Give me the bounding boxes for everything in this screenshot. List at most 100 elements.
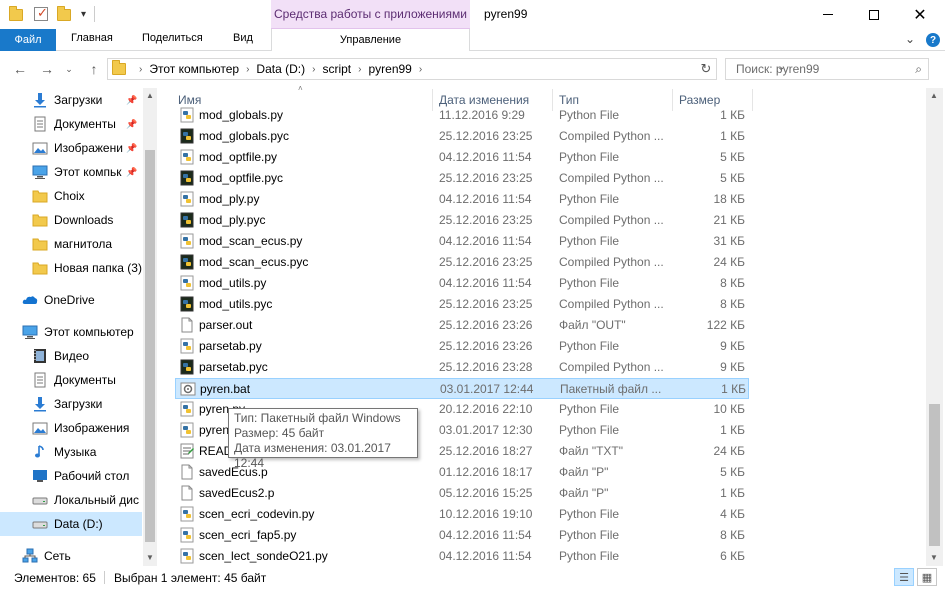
large-icons-view-button[interactable]: ▦	[917, 568, 937, 586]
breadcrumb-separator-icon[interactable]: ›	[246, 64, 249, 75]
breadcrumb-this-pc[interactable]: Этот компьютер	[149, 62, 239, 76]
sidebar-item[interactable]: Новая папка (3)	[0, 256, 142, 280]
pin-icon[interactable]: 📌	[126, 143, 137, 154]
tab-file[interactable]: Файл	[0, 29, 56, 51]
file-row[interactable]: mod_optfile.pyc 25.12.2016 23:25 Compiled …	[175, 168, 749, 189]
sidebar-item[interactable]: Downloads	[0, 208, 142, 232]
sidebar-item[interactable]: Изображения	[0, 416, 142, 440]
file-row[interactable]: pyren.bat 03.01.2017 12:44 Пакетный файл .…	[175, 378, 749, 399]
pictures-icon	[32, 140, 48, 156]
tab-share[interactable]: Поделиться	[142, 32, 203, 44]
help-icon[interactable]: ?	[926, 33, 940, 47]
scroll-up-icon[interactable]: ▲	[146, 91, 154, 100]
breadcrumb-data-drive[interactable]: Data (D:)	[256, 62, 305, 76]
file-row[interactable]: parser.out 25.12.2016 23:26 Файл "OUT" 122 …	[175, 315, 749, 336]
tab-manage[interactable]: Управление	[271, 29, 470, 51]
sidebar-item-label: Этот компьютер	[44, 325, 134, 339]
file-row[interactable]: parsetab.pyc 25.12.2016 23:28 Compiled Pyt…	[175, 357, 749, 378]
file-list-scrollbar[interactable]: ▲ ▼	[926, 88, 943, 566]
up-button[interactable]: ↑	[84, 59, 104, 79]
close-button[interactable]: ✕	[897, 0, 943, 29]
breadcrumb-separator-icon[interactable]: ›	[358, 64, 361, 75]
scroll-down-icon[interactable]: ▼	[930, 553, 938, 562]
breadcrumb-separator-icon[interactable]: ›	[419, 64, 422, 75]
maximize-button[interactable]	[851, 0, 897, 29]
back-button[interactable]: ←	[10, 59, 30, 79]
nav-scrollbar-thumb[interactable]	[145, 150, 155, 542]
sidebar-item[interactable]: Загрузки 📌	[0, 88, 142, 112]
file-row[interactable]: mod_globals.pyc 25.12.2016 23:25 Compiled …	[175, 126, 749, 147]
file-row[interactable]: mod_ply.pyc 25.12.2016 23:25 Compiled Pyth…	[175, 210, 749, 231]
file-list-scrollbar-thumb[interactable]	[929, 404, 940, 546]
scroll-down-icon[interactable]: ▼	[146, 553, 154, 562]
recent-locations-button[interactable]: ⌄	[62, 59, 76, 79]
compiled-python-icon	[179, 296, 195, 312]
file-row[interactable]: mod_ply.py 04.12.2016 11:54 Python File 18 …	[175, 189, 749, 210]
tooltip-type: Тип: Пакетный файл Windows	[234, 411, 401, 425]
pin-icon[interactable]: 📌	[126, 95, 137, 106]
file-type: Python File	[559, 339, 620, 353]
scroll-up-icon[interactable]: ▲	[930, 91, 938, 100]
breadcrumb-separator-icon[interactable]: ›	[312, 64, 315, 75]
sidebar-item-label: Choix	[54, 189, 85, 203]
search-input[interactable]: Поиск: pyren99 ⌕	[725, 58, 929, 80]
tab-view[interactable]: Вид	[233, 32, 253, 44]
sidebar-item[interactable]: Этот компьк 📌	[0, 160, 142, 184]
sidebar-item[interactable]: Изображени 📌	[0, 136, 142, 160]
pin-icon[interactable]: 📌	[126, 167, 137, 178]
file-type: Python File	[559, 423, 620, 437]
breadcrumb-script[interactable]: script	[322, 62, 351, 76]
file-type: Файл "P"	[559, 465, 609, 479]
properties-icon[interactable]	[33, 5, 49, 22]
folder-icon[interactable]	[9, 6, 25, 22]
sidebar-item[interactable]: Этот компьютер	[0, 320, 142, 344]
file-row[interactable]: mod_globals.py 11.12.2016 9:29 Python File…	[175, 105, 749, 126]
sidebar-item[interactable]: Документы 📌	[0, 112, 142, 136]
file-row[interactable]: savedEcus2.p 05.12.2016 15:25 Файл "P" 1 КБ	[175, 483, 749, 504]
file-row[interactable]: parsetab.py 25.12.2016 23:26 Python File 9 …	[175, 336, 749, 357]
pin-icon[interactable]: 📌	[126, 119, 137, 130]
sidebar-item[interactable]: Музыка	[0, 440, 142, 464]
sidebar-item[interactable]: OneDrive	[0, 288, 142, 312]
search-icon: ⌕	[915, 62, 922, 76]
file-size: 10 КБ	[713, 402, 745, 416]
file-row[interactable]: mod_optfile.py 04.12.2016 11:54 Python Fil…	[175, 147, 749, 168]
nav-scrollbar[interactable]: ▲ ▼	[143, 88, 157, 566]
sidebar-item-label: Сеть	[44, 549, 71, 563]
refresh-button[interactable]: ↻	[696, 59, 716, 79]
file-row[interactable]: mod_utils.py 04.12.2016 11:54 Python File 8…	[175, 273, 749, 294]
sidebar-item[interactable]: Локальный дис	[0, 488, 142, 512]
breadcrumb-pyren99[interactable]: pyren99	[368, 62, 411, 76]
customize-qat-icon[interactable]: ▾	[81, 9, 86, 20]
sidebar-item[interactable]: Choix	[0, 184, 142, 208]
expand-ribbon-icon[interactable]: ⌄	[905, 32, 915, 46]
file-name: mod_optfile.py	[199, 150, 278, 164]
file-row[interactable]: mod_scan_ecus.pyc 25.12.2016 23:25 Compile…	[175, 252, 749, 273]
forward-button[interactable]: →	[37, 59, 57, 79]
details-view-button[interactable]: ☰	[894, 568, 914, 586]
file-row[interactable]: mod_scan_ecus.py 04.12.2016 11:54 Python F…	[175, 231, 749, 252]
sidebar-item[interactable]: Загрузки	[0, 392, 142, 416]
file-date: 25.12.2016 23:25	[439, 129, 533, 143]
file-row[interactable]: scen_lect_sondeO21.py 04.12.2016 11:54 Pyt…	[175, 546, 749, 567]
file-type: Compiled Python ...	[559, 297, 664, 311]
breadcrumb-separator-icon[interactable]: ›	[139, 64, 142, 75]
sidebar-item[interactable]: Сеть	[0, 544, 142, 568]
file-row[interactable]: mod_utils.pyc 25.12.2016 23:25 Compiled Py…	[175, 294, 749, 315]
file-row[interactable]: scen_ecri_fap5.py 04.12.2016 11:54 Python …	[175, 525, 749, 546]
sidebar-item[interactable]: Документы	[0, 368, 142, 392]
compiled-python-icon	[179, 128, 195, 144]
file-type: Файл "OUT"	[559, 318, 626, 332]
address-bar[interactable]: › Этот компьютер › Data (D:) › script › …	[107, 58, 785, 80]
file-date: 11.12.2016 9:29	[439, 108, 525, 122]
tab-home[interactable]: Главная	[71, 32, 113, 44]
sidebar-item[interactable]: Рабочий стол	[0, 464, 142, 488]
file-row[interactable]: scen_ecri_codevin.py 10.12.2016 19:10 Pyth…	[175, 504, 749, 525]
minimize-button[interactable]	[805, 0, 851, 29]
file-size: 31 КБ	[713, 234, 745, 248]
new-folder-icon[interactable]	[57, 6, 73, 22]
sidebar-item[interactable]: Data (D:)	[0, 512, 142, 536]
sidebar-item[interactable]: магнитола	[0, 232, 142, 256]
sidebar-item-label: Новая папка (3)	[54, 261, 142, 275]
sidebar-item[interactable]: Видео	[0, 344, 142, 368]
